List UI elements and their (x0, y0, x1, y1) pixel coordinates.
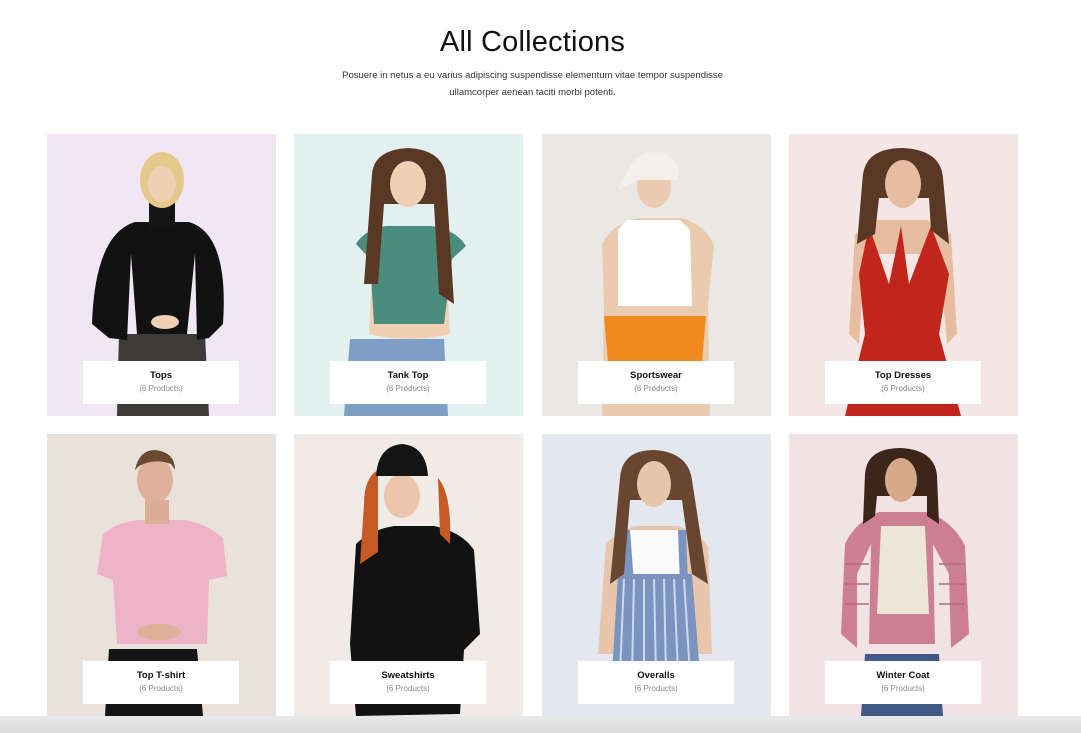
collection-count: (6 Products) (386, 684, 430, 693)
collection-count: (6 Products) (139, 384, 183, 393)
collection-name: Winter Coat (876, 670, 930, 681)
collection-card-winter-coat[interactable]: Winter Coat (6 Products) (789, 434, 1018, 716)
page-subtitle: Posuere in netus a eu varius adipiscing … (342, 70, 723, 98)
collection-count: (6 Products) (139, 684, 183, 693)
collection-name: Sweatshirts (381, 670, 435, 681)
collection-name: Top T-shirt (136, 670, 186, 681)
collection-count: (6 Products) (881, 684, 925, 693)
page-title: All Collections (439, 26, 626, 58)
collection-count: (6 Products) (386, 384, 430, 393)
collection-label: Winter Coat (6 Products) (825, 661, 981, 704)
collection-name: Tank Top (387, 370, 429, 381)
collection-label: Sweatshirts (6 Products) (330, 661, 486, 704)
collection-card-tank-top[interactable]: Tank Top (6 Products) (294, 134, 523, 416)
collection-card-top-t-shirt[interactable]: Top T-shirt (6 Products) (47, 434, 276, 716)
collection-label: Tank Top (6 Products) (330, 361, 486, 404)
collection-card-tops[interactable]: Tops (6 Products) (47, 134, 276, 416)
collection-count: (6 Products) (634, 384, 678, 393)
viewport-bottom-edge (0, 716, 1081, 733)
collection-name: Top Dresses (874, 370, 932, 381)
collection-name: Sportswear (630, 370, 682, 381)
collections-page: All Collections Posuere in netus a eu va… (0, 0, 1081, 733)
collection-count: (6 Products) (881, 384, 925, 393)
collection-card-sportswear[interactable]: Sportswear (6 Products) (542, 134, 771, 416)
collection-name: Overalls (637, 670, 675, 681)
collection-card-sweatshirts[interactable]: Sweatshirts (6 Products) (294, 434, 523, 716)
collection-name: Tops (150, 370, 172, 381)
collection-card-overalls[interactable]: Overalls (6 Products) (542, 434, 771, 716)
collection-count: (6 Products) (634, 684, 678, 693)
collection-label: Tops (6 Products) (83, 361, 239, 404)
collection-card-top-dresses[interactable]: Top Dresses (6 Products) (789, 134, 1018, 416)
collection-label: Overalls (6 Products) (578, 661, 734, 704)
collection-label: Sportswear (6 Products) (578, 361, 734, 404)
collection-label: Top Dresses (6 Products) (825, 361, 981, 404)
collection-label: Top T-shirt (6 Products) (83, 661, 239, 704)
